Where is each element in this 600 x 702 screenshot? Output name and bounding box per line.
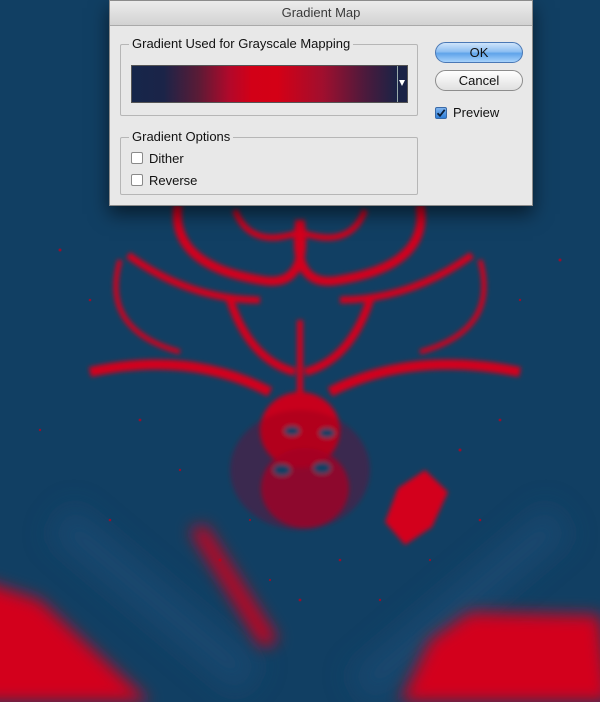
gradient-map-dialog: Gradient Map Gradient Used for Grayscale… — [109, 0, 533, 206]
dither-checkbox[interactable] — [131, 152, 143, 164]
options-group-title: Gradient Options — [129, 129, 234, 144]
gradient-group: Gradient Used for Grayscale Mapping — [120, 36, 418, 116]
gradient-options-group: Gradient Options Dither Reverse — [120, 129, 418, 195]
reverse-label: Reverse — [149, 172, 198, 188]
ok-button[interactable]: OK — [435, 42, 523, 63]
checkmark-icon — [436, 108, 446, 117]
chevron-down-icon — [399, 80, 405, 86]
preview-checkbox[interactable] — [435, 106, 447, 119]
gradient-group-title: Gradient Used for Grayscale Mapping — [129, 36, 354, 51]
dither-option[interactable]: Dither — [131, 150, 184, 166]
gradient-picker[interactable] — [131, 65, 408, 103]
gradient-dropdown-button[interactable] — [397, 66, 407, 102]
dialog-title: Gradient Map — [110, 1, 532, 26]
gradient-preview[interactable] — [132, 66, 397, 102]
preview-label: Preview — [453, 105, 500, 120]
preview-option[interactable]: Preview — [435, 105, 499, 120]
dither-label: Dither — [149, 150, 184, 166]
cancel-button[interactable]: Cancel — [435, 70, 523, 91]
reverse-checkbox[interactable] — [131, 174, 143, 186]
reverse-option[interactable]: Reverse — [131, 172, 197, 188]
